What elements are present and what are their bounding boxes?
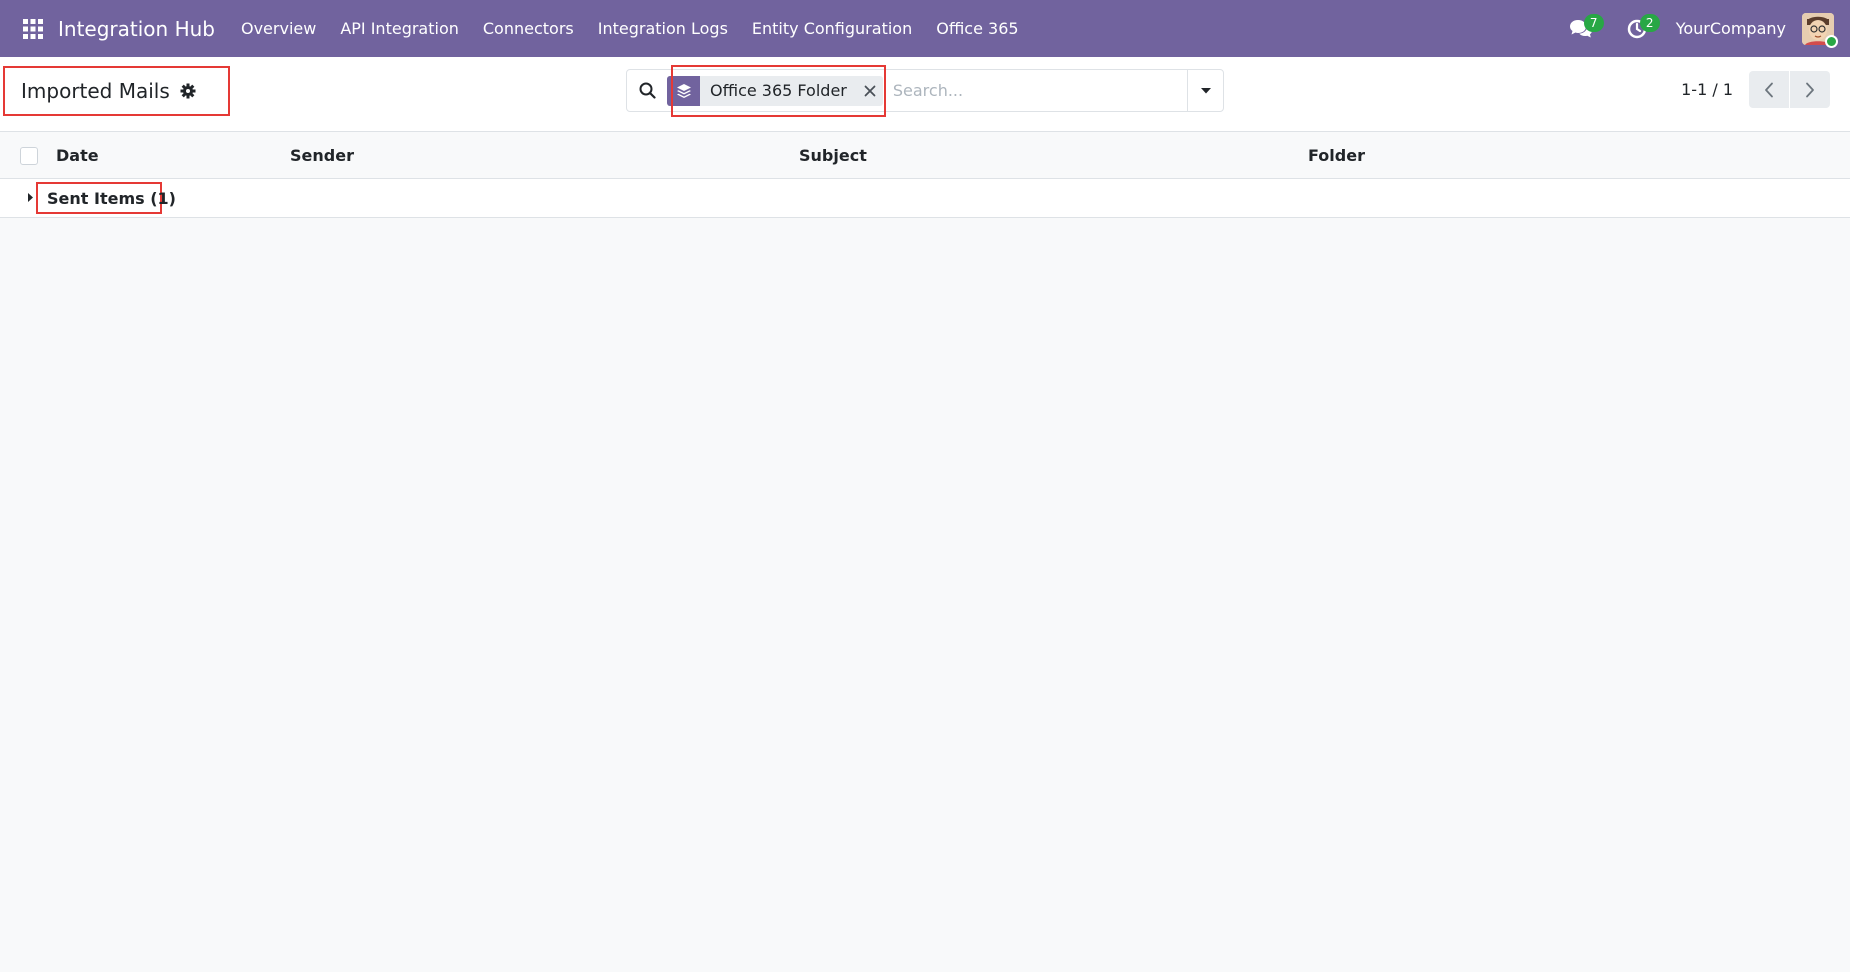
systray: 7 2 YourCompany [1542,12,1838,48]
search-input[interactable] [892,70,1187,111]
menu-item-connectors[interactable]: Connectors [471,19,586,38]
menu-item-entity-configuration[interactable]: Entity Configuration [740,19,924,38]
group-highlight-box: Sent Items (1) [36,182,176,214]
control-panel: Imported Mails Office 365 Folder Search.… [0,57,1850,132]
menu-item-office-365[interactable]: Office 365 [924,19,1030,38]
chevron-left-icon [1765,82,1773,97]
facet-label: Office 365 Folder [710,81,847,100]
layers-icon [667,75,700,106]
company-switcher[interactable]: YourCompany [1676,19,1786,38]
page-title: Imported Mails [21,79,170,103]
close-icon[interactable] [857,76,883,106]
column-header-subject[interactable]: Subject [799,132,867,179]
menu-item-integration-logs[interactable]: Integration Logs [586,19,740,38]
search-bar: Office 365 Folder [626,69,1224,112]
search-options-toggle[interactable] [1187,70,1223,111]
pager-next-button[interactable] [1790,71,1830,108]
user-menu[interactable] [1802,12,1838,48]
pager-previous-button[interactable] [1749,71,1789,108]
column-header-date[interactable]: Date [56,132,99,179]
caret-right-icon [28,193,33,202]
online-status-dot [1825,34,1838,48]
menu-item-api-integration[interactable]: API Integration [328,19,471,38]
activities-count-badge: 2 [1639,13,1660,32]
table-header: Date Sender Subject Folder [0,132,1850,179]
pager-value[interactable]: 1-1 / 1 [1681,80,1733,99]
app-brand[interactable]: Integration Hub [58,17,215,41]
group-row-sent-items[interactable]: Sent Items (1) [0,179,1850,218]
grid-icon [23,18,43,39]
breadcrumb: Imported Mails [3,66,230,116]
select-all-checkbox[interactable] [20,147,38,165]
apps-menu-button[interactable] [18,14,48,44]
top-navbar: Integration Hub Overview API Integration… [0,0,1850,57]
menu-item-overview[interactable]: Overview [229,19,328,38]
messages-count-badge: 7 [1583,13,1604,32]
search-icon[interactable] [627,70,667,111]
main-menu: Overview API Integration Connectors Inte… [229,19,1031,38]
column-header-sender[interactable]: Sender [290,132,354,179]
pager: 1-1 / 1 [1681,71,1830,108]
activities-button[interactable]: 2 [1620,12,1660,46]
messages-button[interactable]: 7 [1564,12,1604,46]
caret-down-icon [1200,87,1211,93]
list-view: Date Sender Subject Folder Sent Items (1… [0,132,1850,218]
search-facet: Office 365 Folder [667,75,883,106]
group-label: Sent Items (1) [47,188,176,208]
chevron-right-icon [1806,82,1814,97]
gear-icon[interactable] [180,83,196,99]
column-header-folder[interactable]: Folder [1308,132,1365,179]
